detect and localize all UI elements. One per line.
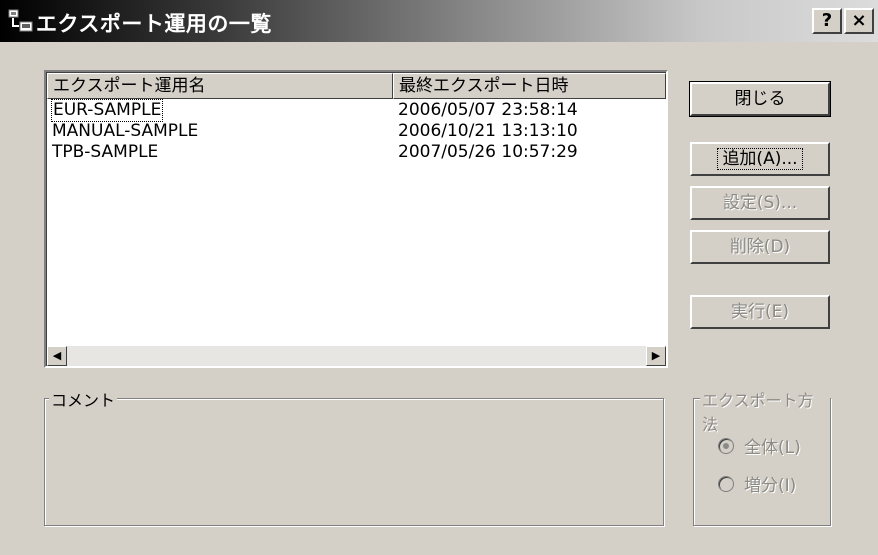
close-icon: × <box>851 10 867 31</box>
list-item-name: EUR-SAMPLE <box>50 99 164 122</box>
list-item-date: 2006/05/07 23:58:14 <box>398 100 578 120</box>
arrow-left-icon: ◀ <box>52 349 62 362</box>
settings-button[interactable]: 設定(S)... <box>690 186 830 220</box>
list-item-date: 2007/05/26 10:57:29 <box>398 142 578 162</box>
comment-label: コメント <box>49 387 118 411</box>
column-header-date[interactable]: 最終エクスポート日時 <box>393 73 666 99</box>
app-icon <box>8 9 33 32</box>
list-item-date: 2006/10/21 13:13:10 <box>398 121 578 141</box>
horizontal-scrollbar[interactable]: ◀ ▶ <box>47 346 666 366</box>
scroll-left-button[interactable]: ◀ <box>47 346 67 366</box>
delete-button[interactable]: 削除(D) <box>690 230 830 264</box>
list-item-name: MANUAL-SAMPLE <box>52 121 199 141</box>
list-item[interactable]: MANUAL-SAMPLE 2006/10/21 13:13:10 <box>47 121 666 142</box>
radio-incremental[interactable]: 増分(I) <box>718 471 796 496</box>
list-item[interactable]: TPB-SAMPLE 2007/05/26 10:57:29 <box>47 142 666 163</box>
help-button[interactable]: ? <box>812 8 842 34</box>
close-button[interactable]: 閉じる <box>689 81 831 117</box>
export-method-groupbox: エクスポート方法 全体(L) 増分(I) <box>693 387 831 526</box>
column-header-name[interactable]: エクスポート運用名 <box>47 73 393 99</box>
comment-groupbox: コメント <box>44 387 664 526</box>
dialog-window: エクスポート運用の一覧 ? × エクスポート運用名 最終エクスポート日時 EUR… <box>0 0 878 555</box>
radio-unselected-icon <box>718 476 734 492</box>
radio-full[interactable]: 全体(L) <box>718 433 801 458</box>
run-button[interactable]: 実行(E) <box>690 295 830 329</box>
export-method-label: エクスポート方法 <box>700 387 830 435</box>
title-bar[interactable]: エクスポート運用の一覧 ? × <box>0 0 878 42</box>
list-item-name: TPB-SAMPLE <box>52 142 159 162</box>
add-button[interactable]: 追加(A)... <box>690 142 830 176</box>
arrow-right-icon: ▶ <box>651 349 661 362</box>
close-window-button[interactable]: × <box>844 8 874 34</box>
list-item[interactable]: EUR-SAMPLE 2006/05/07 23:58:14 <box>47 99 666 122</box>
window-title: エクスポート運用の一覧 <box>36 12 272 36</box>
export-list[interactable]: エクスポート運用名 最終エクスポート日時 EUR-SAMPLE 2006/05/… <box>44 70 668 368</box>
radio-selected-icon <box>718 438 734 454</box>
scroll-right-button[interactable]: ▶ <box>646 346 666 366</box>
